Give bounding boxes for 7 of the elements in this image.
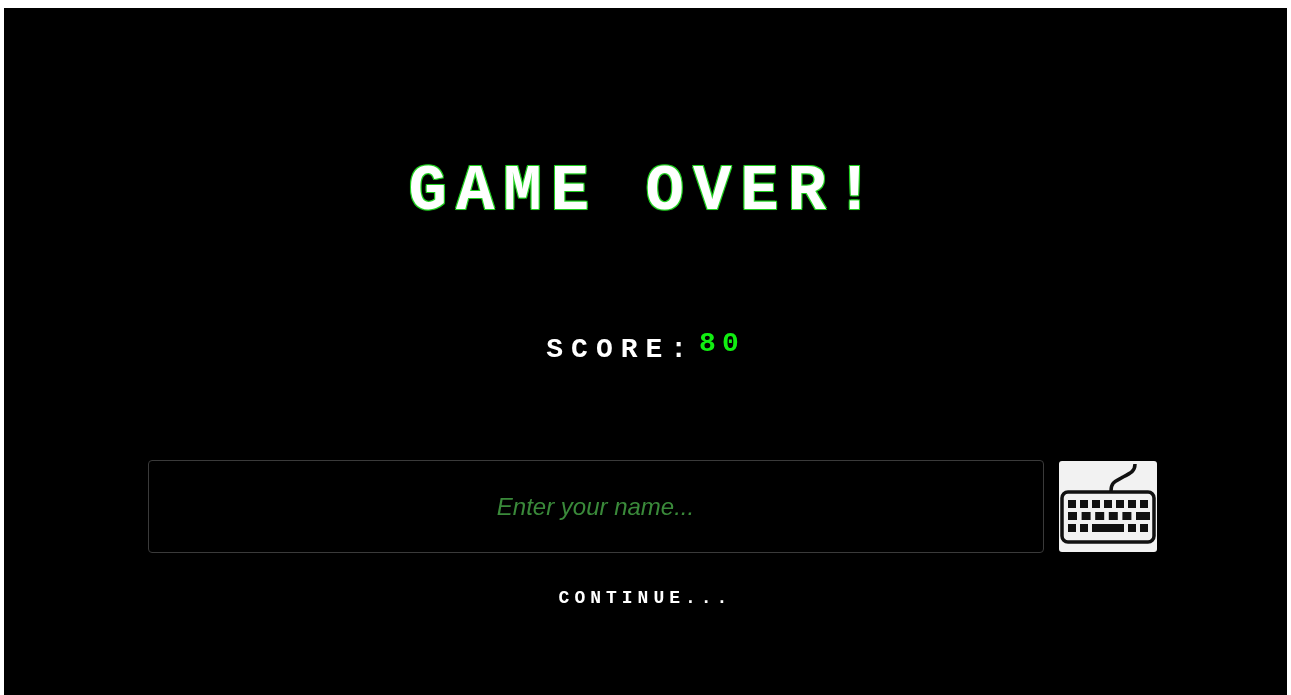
score-label: SCORE: [546, 336, 696, 364]
score-value: 80 [699, 330, 745, 358]
keyboard-icon [1058, 461, 1157, 552]
continue-link[interactable]: CONTINUE... [558, 589, 733, 607]
game-over-title: GAME OVER! [408, 160, 883, 224]
name-input-field[interactable]: Enter your name... [147, 460, 1044, 553]
keyboard-button[interactable] [1058, 461, 1157, 552]
